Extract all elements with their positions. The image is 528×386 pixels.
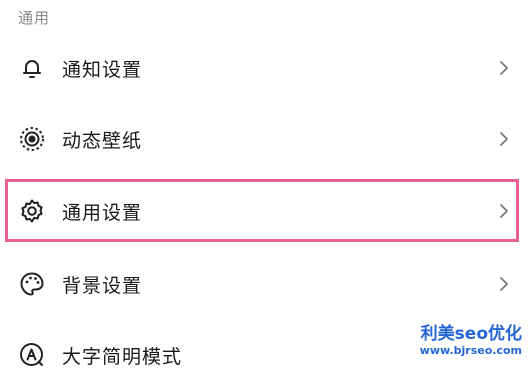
- chevron-right-icon: [496, 58, 512, 78]
- settings-item-background[interactable]: 背景设置: [0, 253, 528, 315]
- live-wallpaper-icon: [18, 125, 46, 153]
- settings-item-live-wallpaper[interactable]: 动态壁纸: [0, 108, 528, 170]
- chevron-right-icon: [496, 129, 512, 149]
- gear-icon: [18, 197, 46, 225]
- settings-item-label: 背景设置: [62, 274, 143, 297]
- watermark: 利美seo优化 www.bjrseo.com: [419, 324, 522, 357]
- palette-icon: [18, 270, 46, 298]
- settings-item-label: 动态壁纸: [62, 129, 143, 152]
- settings-item-label: 通用设置: [62, 201, 143, 224]
- watermark-main: 利美seo优化: [420, 324, 522, 344]
- chevron-right-icon: [496, 201, 512, 221]
- bell-icon: [18, 54, 46, 82]
- settings-item-label: 大字简明模式: [62, 345, 183, 368]
- watermark-url: www.bjrseo.com: [419, 344, 522, 357]
- settings-section-label: 通用: [18, 9, 51, 27]
- settings-item-general[interactable]: 通用设置: [0, 180, 528, 242]
- large-text-icon: [18, 341, 46, 369]
- settings-item-notification[interactable]: 通知设置: [0, 37, 528, 99]
- chevron-right-icon: [496, 274, 512, 294]
- settings-item-label: 通知设置: [62, 58, 143, 81]
